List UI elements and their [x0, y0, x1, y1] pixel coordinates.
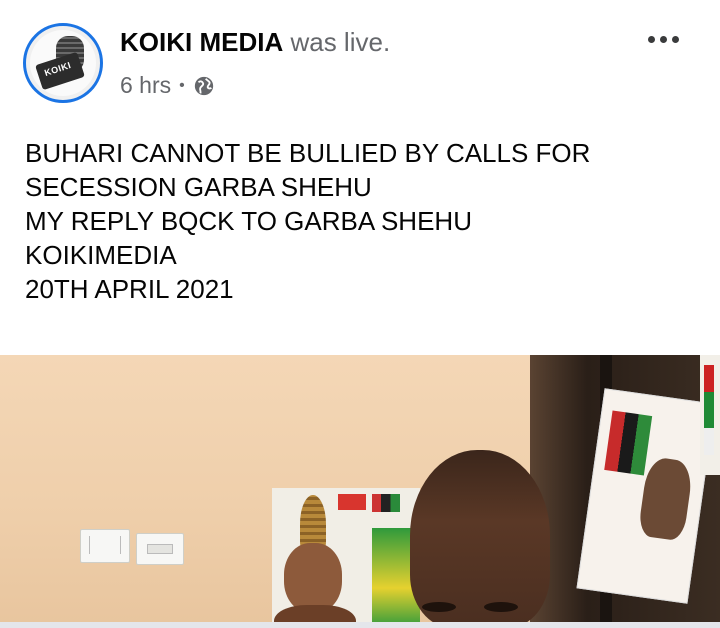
more-dot: [648, 36, 655, 43]
post-text-line: KOIKIMEDIA: [25, 240, 177, 270]
post-divider: [0, 622, 720, 628]
page-avatar[interactable]: KOIKI: [23, 23, 103, 103]
post-text-line: SECESSION GARBA SHEHU: [25, 172, 372, 202]
more-dot: [672, 36, 679, 43]
post-text-line: MY REPLY BQCK TO GARBA SHEHU: [25, 206, 472, 236]
presenter-brow: [422, 602, 456, 612]
post-text-line: BUHARI CANNOT BE BULLIED BY CALLS FOR: [25, 138, 591, 168]
timestamp[interactable]: 6 hrs: [120, 72, 171, 99]
more-dot: [660, 36, 667, 43]
live-status: was live.: [290, 27, 391, 57]
live-video[interactable]: [0, 355, 720, 628]
chief-head: [284, 543, 342, 613]
post-meta: 6 hrs •: [120, 72, 215, 99]
more-options-icon[interactable]: [648, 36, 679, 43]
poster-portrait: [637, 455, 695, 542]
post-text-line: 20TH APRIL 2021: [25, 274, 234, 304]
light-switch: [80, 529, 130, 563]
poster-flag: [604, 410, 653, 476]
wall-socket: [136, 533, 184, 565]
poster-flag-tricolor: [372, 494, 400, 512]
post-header: KOIKI KOIKI MEDIA was live. 6 hrs •: [0, 0, 720, 120]
presenter: [400, 450, 560, 628]
edge-poster-graphic: [704, 365, 714, 455]
presenter-brow: [484, 602, 518, 612]
post-title-line: KOIKI MEDIA was live.: [120, 27, 390, 58]
globe-icon[interactable]: [193, 75, 215, 97]
edge-poster: [700, 355, 720, 475]
author-name[interactable]: KOIKI MEDIA: [120, 27, 283, 57]
poster-chief-figure: [270, 495, 360, 628]
avatar-image: KOIKI: [30, 30, 96, 96]
meta-separator: •: [179, 76, 185, 94]
post-text: BUHARI CANNOT BE BULLIED BY CALLS FOR SE…: [25, 136, 705, 306]
presenter-head: [410, 450, 550, 628]
